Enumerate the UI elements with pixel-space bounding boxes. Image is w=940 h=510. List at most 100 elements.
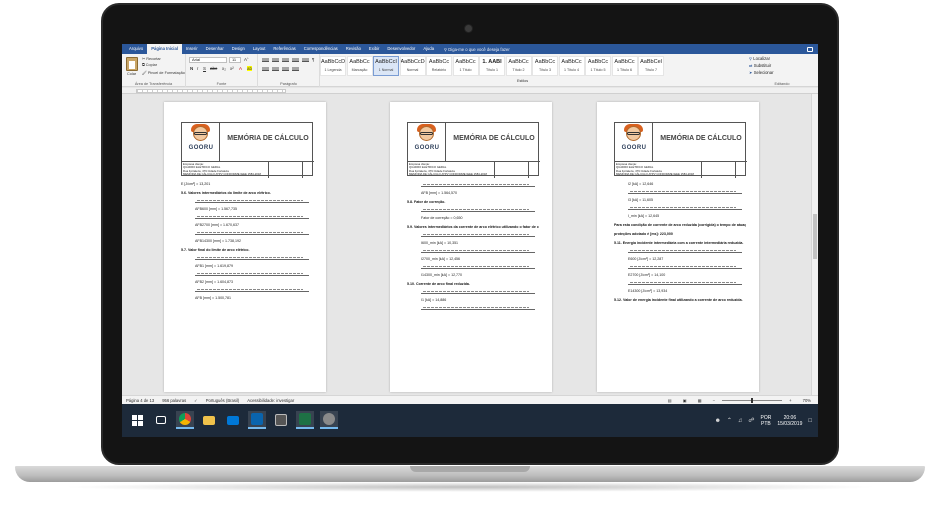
highlight-icon[interactable]: ab	[247, 66, 253, 71]
italic-icon[interactable]: I	[197, 66, 198, 71]
print-layout-icon[interactable]: ▣	[679, 398, 691, 403]
page-1[interactable]: GOORU MEMÓRIA DE CÁLCULO Empresa cliente…	[164, 102, 326, 392]
cut-button[interactable]: ✂ Recortar	[142, 56, 161, 61]
tab-inserir[interactable]: Inserir	[182, 44, 202, 54]
align-left-icon[interactable]	[262, 67, 269, 72]
page-count[interactable]: Página 4 de 13	[122, 398, 158, 403]
style-1-titulo-4[interactable]: AaBbCc 1 Título 4	[558, 56, 585, 76]
style-1-titulo-5[interactable]: AaBbCc 1 Título 5	[585, 56, 611, 76]
equation	[181, 255, 313, 264]
paste-label[interactable]: Colar	[127, 72, 136, 76]
calc-line: I14300_min [kA] = 12,770	[421, 273, 463, 277]
tab-exibir[interactable]: Exibir	[365, 44, 383, 54]
style-titulo-3[interactable]: AaBbCc Título 3	[532, 56, 558, 76]
select-button[interactable]: ➤ Selecionar	[746, 69, 818, 76]
gooru-logo: GOORU	[408, 123, 446, 161]
network-icon[interactable]: ☍	[748, 417, 754, 424]
tab-ajuda[interactable]: Ajuda	[419, 44, 438, 54]
file-explorer-icon[interactable]	[200, 411, 218, 429]
people-icon[interactable]: ☻	[715, 418, 721, 424]
align-right-icon[interactable]	[282, 67, 289, 72]
tab-desenhar[interactable]: Desenhar	[202, 44, 228, 54]
underline-icon[interactable]: S	[203, 66, 206, 71]
word-count[interactable]: 956 palavras	[158, 398, 190, 403]
style-titulo-1[interactable]: 1. AABI Título 1	[479, 56, 505, 76]
justify-icon[interactable]	[292, 67, 299, 72]
page-3[interactable]: GOORU MEMÓRIA DE CÁLCULO Empresa cliente…	[597, 102, 759, 392]
format-painter-button[interactable]: 🖌 Pincel de Formatação	[142, 70, 185, 75]
comments-icon[interactable]	[807, 46, 813, 52]
tab-design[interactable]: Design	[228, 44, 249, 54]
font-name-box[interactable]: Arial	[189, 57, 227, 63]
numbering-icon[interactable]	[272, 58, 279, 63]
font-color-icon[interactable]: A	[239, 66, 242, 71]
replace-button[interactable]: ⇄ Substituir	[746, 62, 818, 69]
align-center-icon[interactable]	[272, 67, 279, 72]
tab-layout[interactable]: Layout	[249, 44, 270, 54]
font-group-label: Fonte	[216, 82, 227, 86]
style-marcacao[interactable]: AaBbCc Marcação	[346, 56, 373, 76]
equation	[407, 264, 539, 273]
zoom-slider[interactable]	[722, 397, 783, 403]
vertical-scrollbar[interactable]	[811, 94, 818, 395]
windows-start-icon[interactable]	[128, 411, 146, 429]
tab-desenvolvedor[interactable]: Desenvolvedor	[383, 44, 419, 54]
web-layout-icon[interactable]: ▦	[694, 398, 706, 403]
style-1-titulo-6[interactable]: AaBbCc 1 Título 6	[611, 56, 638, 76]
tab-arquivo[interactable]: Arquivo	[125, 44, 147, 54]
calculator-icon[interactable]	[272, 411, 290, 429]
style-titulo-7[interactable]: AaBbCel Título 7	[638, 56, 664, 76]
snipping-tool-icon[interactable]	[320, 411, 338, 429]
tab-revisao[interactable]: Revisão	[342, 44, 365, 54]
outlook-icon[interactable]	[248, 411, 266, 429]
equation	[181, 287, 313, 296]
spellcheck-icon[interactable]: ✓	[190, 398, 202, 403]
increase-indent-icon[interactable]	[302, 58, 309, 63]
task-view-icon[interactable]	[152, 411, 170, 429]
scroll-thumb[interactable]	[813, 214, 817, 259]
accessibility-status[interactable]: Acessibilidade: investigar	[243, 398, 298, 403]
style-1-normal[interactable]: AaBbCcI 1 Normal	[373, 56, 399, 76]
strikethrough-icon[interactable]: abc	[210, 66, 217, 71]
superscript-icon[interactable]: x²	[230, 66, 234, 71]
styles-gallery: AaBbCcDd1 Legenda AaBbCcMarcação AaBbCcI…	[320, 56, 665, 76]
multilevel-list-icon[interactable]	[282, 58, 289, 63]
chrome-icon[interactable]	[176, 411, 194, 429]
page-2[interactable]: GOORU MEMÓRIA DE CÁLCULO Empresa cliente…	[390, 102, 552, 392]
tab-correspondencias[interactable]: Correspondências	[300, 44, 342, 54]
volume-icon[interactable]: ♫	[738, 418, 743, 424]
equation	[407, 182, 539, 191]
chevron-up-icon[interactable]: ⌃	[727, 417, 732, 424]
read-mode-icon[interactable]: ▤	[664, 398, 676, 403]
copy-button[interactable]: ⧉ Copiar	[142, 63, 157, 67]
mail-icon[interactable]	[224, 411, 242, 429]
font-size-box[interactable]: 11	[229, 57, 241, 63]
style-normal[interactable]: AaBbCcDdNormal	[399, 56, 426, 76]
zoom-knob[interactable]	[751, 397, 754, 403]
excel-icon[interactable]	[296, 411, 314, 429]
bold-icon[interactable]: N	[190, 66, 193, 71]
notifications-icon[interactable]: □	[808, 418, 812, 424]
language[interactable]: Português (Brasil)	[202, 398, 244, 403]
subscript-icon[interactable]: x₂	[222, 66, 226, 71]
style-1-titulo[interactable]: AaBbCc 1 Título	[452, 56, 479, 76]
find-button[interactable]: ⚲ Localizar	[746, 55, 818, 62]
zoom-in-icon[interactable]: +	[785, 398, 795, 403]
tab-pagina-inicial[interactable]: Página Inicial	[147, 44, 182, 54]
style-relatorio[interactable]: AaBbCc Relatório	[426, 56, 452, 76]
grow-font-icon[interactable]: Aˆ	[244, 57, 249, 62]
paste-icon[interactable]	[126, 57, 138, 71]
header-info-text: Empresa cliente: QUADRO ELÉTRICO GERAL Rua…	[616, 162, 694, 177]
bullets-icon[interactable]	[262, 58, 269, 63]
tab-referencias[interactable]: Referências	[269, 44, 299, 54]
clock[interactable]: 20:06 15/03/2019	[777, 415, 802, 427]
decrease-indent-icon[interactable]	[292, 58, 299, 63]
tell-me-search[interactable]: ⚲ Diga-me o que você deseja fazer	[438, 47, 510, 52]
zoom-level[interactable]: 70%	[799, 398, 815, 403]
style-legenda[interactable]: AaBbCcDd1 Legenda	[320, 56, 346, 76]
zoom-out-icon[interactable]: −	[709, 398, 719, 403]
document-area[interactable]: GOORU MEMÓRIA DE CÁLCULO Empresa cliente…	[122, 94, 811, 395]
input-language[interactable]: POR PTB	[761, 415, 772, 427]
pilcrow-icon[interactable]: ¶	[312, 57, 314, 62]
style-titulo-2[interactable]: AaBbCc Título 2	[505, 56, 532, 76]
